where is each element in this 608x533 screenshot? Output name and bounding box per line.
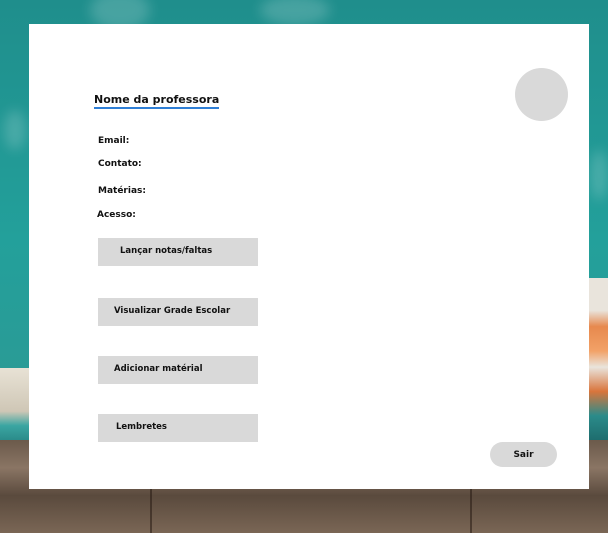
background-books-left bbox=[0, 368, 30, 440]
add-material-label: Adicionar matérial bbox=[114, 364, 203, 374]
subjects-label: Matérias: bbox=[98, 186, 146, 196]
contact-label: Contato: bbox=[98, 159, 142, 169]
background-books-right bbox=[588, 278, 608, 440]
launch-grades-absences-button[interactable]: Lançar notas/faltas bbox=[98, 238, 258, 266]
view-school-schedule-button[interactable]: Visualizar Grade Escolar bbox=[98, 298, 258, 326]
view-school-schedule-label: Visualizar Grade Escolar bbox=[114, 306, 231, 316]
access-label: Acesso: bbox=[97, 210, 136, 220]
reminders-label: Lembretes bbox=[116, 422, 167, 432]
launch-grades-absences-label: Lançar notas/faltas bbox=[120, 246, 213, 256]
logout-button[interactable]: Sair bbox=[490, 442, 557, 467]
email-label: Email: bbox=[98, 136, 130, 146]
teacher-name-title: Nome da professora bbox=[94, 94, 220, 109]
teacher-profile-card: Nome da professora Email: Contato: Matér… bbox=[29, 24, 589, 489]
reminders-button[interactable]: Lembretes bbox=[98, 414, 258, 442]
avatar[interactable] bbox=[515, 68, 568, 121]
add-material-button[interactable]: Adicionar matérial bbox=[98, 356, 258, 384]
